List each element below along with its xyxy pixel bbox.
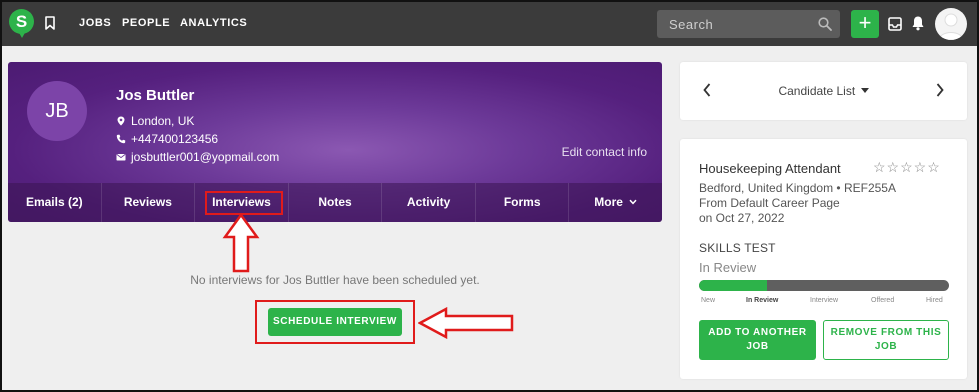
candidate-profile-card: JB Jos Buttler London, UK +447400123456 … bbox=[8, 62, 662, 222]
top-nav-bar: S JOBS PEOPLE ANALYTICS + bbox=[2, 2, 977, 46]
pipeline-progress-bar bbox=[699, 280, 949, 291]
pipeline-stages: New In Review Interview Offered Hired bbox=[699, 297, 949, 307]
candidate-phone: +447400123456 bbox=[116, 132, 218, 146]
job-location-ref: Bedford, United Kingdom • REF255A bbox=[699, 181, 896, 195]
stage-offered: Offered bbox=[871, 297, 895, 304]
bell-icon[interactable] bbox=[911, 15, 925, 31]
job-date: on Oct 27, 2022 bbox=[699, 211, 785, 225]
caret-down-icon bbox=[860, 88, 869, 93]
tab-notes[interactable]: Notes bbox=[289, 183, 383, 222]
add-button[interactable]: + bbox=[851, 10, 879, 38]
avatar-icon bbox=[938, 13, 964, 40]
tab-emails[interactable]: Emails (2) bbox=[8, 183, 102, 222]
email-icon bbox=[116, 154, 126, 161]
nav-jobs[interactable]: JOBS bbox=[79, 17, 111, 29]
candidate-name: Jos Buttler bbox=[116, 87, 195, 104]
stage-status: In Review bbox=[699, 260, 757, 275]
schedule-button-highlight: SCHEDULE INTERVIEW bbox=[255, 300, 415, 344]
stage-title: SKILLS TEST bbox=[699, 241, 776, 255]
search-icon[interactable] bbox=[818, 17, 832, 31]
tab-more-label: More bbox=[594, 195, 623, 209]
annotation-arrow-left-icon bbox=[418, 307, 514, 339]
tab-forms[interactable]: Forms bbox=[476, 183, 570, 222]
nav-people[interactable]: PEOPLE bbox=[122, 17, 170, 29]
candidate-location-text: London, UK bbox=[131, 114, 195, 128]
remove-from-this-job-button[interactable]: REMOVE FROM THIS JOB bbox=[823, 320, 949, 360]
job-title[interactable]: Housekeeping Attendant bbox=[699, 161, 841, 176]
inbox-icon[interactable] bbox=[888, 17, 902, 31]
stage-in-review: In Review bbox=[746, 297, 779, 304]
candidate-list-navigator: Candidate List bbox=[680, 62, 967, 120]
search-box bbox=[657, 10, 840, 38]
candidate-location: London, UK bbox=[116, 114, 194, 128]
search-input[interactable] bbox=[657, 10, 807, 38]
tab-more[interactable]: More bbox=[569, 183, 662, 222]
edit-contact-info-link[interactable]: Edit contact info bbox=[562, 145, 647, 159]
tab-reviews[interactable]: Reviews bbox=[102, 183, 196, 222]
candidate-list-dropdown[interactable]: Candidate List bbox=[680, 84, 967, 98]
schedule-interview-button[interactable]: SCHEDULE INTERVIEW bbox=[268, 308, 402, 336]
candidate-initials-avatar: JB bbox=[27, 81, 87, 141]
candidate-list-label: Candidate List bbox=[778, 84, 856, 98]
stage-interview: Interview bbox=[810, 297, 839, 304]
chevron-down-icon bbox=[629, 199, 637, 205]
candidate-email: josbuttler001@yopmail.com bbox=[116, 150, 279, 164]
user-avatar[interactable] bbox=[935, 8, 967, 40]
location-pin-icon bbox=[117, 116, 125, 126]
annotation-arrow-up-icon bbox=[222, 213, 260, 273]
stage-new: New bbox=[701, 297, 716, 304]
no-interviews-message: No interviews for Jos Buttler have been … bbox=[190, 273, 480, 287]
profile-tabs: Emails (2) Reviews Interviews Notes Acti… bbox=[8, 183, 662, 222]
job-card: Housekeeping Attendant ☆☆☆☆☆ Bedford, Un… bbox=[680, 139, 967, 379]
tab-activity[interactable]: Activity bbox=[382, 183, 476, 222]
chevron-right-icon[interactable] bbox=[935, 82, 945, 98]
app-logo[interactable]: S bbox=[9, 9, 34, 39]
phone-icon bbox=[116, 134, 126, 144]
rating-stars[interactable]: ☆☆☆☆☆ bbox=[873, 159, 941, 176]
candidate-phone-text[interactable]: +447400123456 bbox=[131, 132, 218, 146]
nav-analytics[interactable]: ANALYTICS bbox=[180, 17, 247, 29]
pipeline-progress-fill bbox=[699, 280, 767, 291]
stage-hired: Hired bbox=[926, 297, 943, 304]
add-to-another-job-button[interactable]: ADD TO ANOTHER JOB bbox=[699, 320, 816, 360]
candidate-email-text[interactable]: josbuttler001@yopmail.com bbox=[131, 150, 279, 164]
job-source: From Default Career Page bbox=[699, 196, 840, 210]
app-window: S JOBS PEOPLE ANALYTICS + bbox=[0, 0, 979, 392]
bookmark-icon[interactable] bbox=[45, 16, 55, 30]
interviews-tab-highlight bbox=[205, 191, 283, 215]
